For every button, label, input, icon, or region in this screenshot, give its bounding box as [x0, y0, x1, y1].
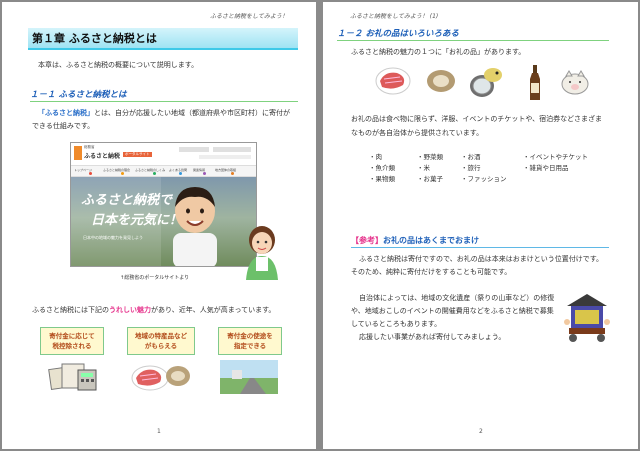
gift-category: ・野菜類 [417, 153, 443, 161]
nav-dot-icon [89, 172, 92, 175]
portal-logo-badge: ポータルサイト [123, 152, 152, 157]
gift-category: ・雑貨や日用品 [523, 164, 569, 172]
portal-logo-mark [74, 146, 82, 160]
portal-site-screenshot: 総務省 ふるさと納税 ポータルサイト トップページ ふるさと納税の理念 ふるさと… [70, 142, 257, 267]
gift-category: ・魚介類 [369, 164, 395, 172]
nav-dot-icon [121, 172, 124, 175]
portal-nav: トップページ ふるさと納税の理念 ふるさと納税のしくみ よくある質問 関連情報 … [71, 165, 256, 177]
portal-nav-item[interactable]: よくある質問 [169, 168, 187, 172]
reference-line-6: 応援したい事業があれば寄付してみましょう。 [359, 333, 506, 341]
hero-headline-2: 日本を元気に！ [91, 213, 183, 228]
gift-category: ・ファッション [461, 175, 507, 183]
page-1: ふるさと納税をしてみよう！ 第１章 ふるさと納税とは 本章は、ふるさと納税の概要… [2, 2, 316, 449]
reference-line-3: 自治体によっては、地域の文化遺産（祭りの山車など）の修復 [359, 294, 555, 302]
gift-category: ・米 [417, 164, 430, 172]
reference-underline [351, 247, 609, 248]
reference-heading: 【参考】お礼の品はあくまでおまけ [351, 235, 479, 246]
piggy-bank-icon [561, 70, 589, 95]
portal-search-box[interactable] [213, 147, 251, 152]
screenshot-caption: ↑総務省のポータルサイトより [120, 275, 190, 281]
chapter-intro: 本章は、ふるさと納税の概要について説明します。 [38, 61, 199, 69]
chapter-title: 第１章 ふるさと納税とは [28, 28, 298, 50]
gifts-body-1: お礼の品は食べ物に限らず、洋服、イベントのチケットや、宿泊券などさまざま [351, 115, 602, 123]
page-number-2: 2 [479, 428, 483, 435]
sake-bottle-icon [530, 65, 540, 100]
benefit-text: 寄付金の使途を 指定できる [227, 332, 273, 350]
meat-and-oyster-icon [131, 365, 190, 391]
pufferfish-plate-icon [470, 68, 502, 97]
section-title-1-1: １－１ ふるさと納税とは [30, 90, 127, 100]
gift-category: ・果物類 [369, 175, 395, 183]
definition-line-1: 「ふるさと納税」とは、自分が応援したい地域（都道府県や市区町村）に寄付が [38, 108, 290, 118]
portal-logo-main: ふるさと納税 [84, 153, 121, 160]
portal-nav-item[interactable]: ふるさと納税の理念 [103, 168, 130, 172]
definition-term: 「ふるさと納税」 [38, 109, 94, 117]
nav-dot-icon [179, 172, 182, 175]
benefit-text: 地域の特産品など がもらえる [135, 332, 187, 350]
benefit-box-tax: 寄付金に応じて 税控除される [40, 327, 104, 355]
benefit-box-gifts: 地域の特産品など がもらえる [127, 327, 195, 355]
gift-category: ・お酒 [461, 153, 481, 161]
gift-category: ・イベントやチケット [523, 153, 588, 161]
portal-logo-small: 総務省 [84, 145, 95, 149]
meat-icon [375, 67, 411, 95]
running-header: ふるさと納税をしてみよう！ [210, 13, 288, 20]
definition-text-1: とは、自分が応援したい地域（都道府県や市区町村）に寄付が [94, 109, 290, 117]
appeal-line: ふるさと納税には下記のうれしい魅力があり、近年、人気が高まっています。 [32, 305, 275, 315]
gift-category: ・旅行 [461, 164, 481, 172]
nav-dot-icon [203, 172, 206, 175]
road-landscape-icon [220, 360, 278, 394]
running-header: ふるさと納税をしてみよう！ (1) [350, 13, 439, 20]
appeal-highlight: うれしい魅力 [109, 306, 151, 314]
gift-category: ・お菓子 [417, 175, 443, 183]
portal-nav-item[interactable]: ふるさと納税のしくみ [135, 168, 165, 172]
portal-header-link[interactable] [179, 147, 209, 152]
tax-documents-icon [48, 363, 97, 391]
reference-line-1: ふるさと納税は寄付ですので、お礼の品は本来はおまけという位置付けです。 [359, 255, 604, 263]
definition-line-2: できる仕組みです。 [32, 122, 95, 130]
page-number-1: 1 [157, 428, 161, 435]
nav-dot-icon [231, 172, 234, 175]
page-2: ふるさと納税をしてみよう！ (1) １－２ お礼の品はいろいろある ふるさと納税… [323, 2, 638, 449]
hero-headline-1: ふるさと納税で [81, 193, 173, 208]
appeal-post: があり、近年、人気が高まっています。 [151, 306, 276, 314]
gift-category: ・肉 [369, 153, 382, 161]
gifts-intro: ふるさと納税の魅力の１つに「お礼の品」があります。 [351, 48, 526, 56]
festival-float-icon [564, 294, 610, 342]
nav-dot-icon [153, 172, 156, 175]
gifts-body-2: なものが各自治体から提供されています。 [351, 129, 484, 137]
reference-line-5: しているところもあります。 [351, 320, 442, 328]
section-underline [30, 101, 298, 102]
presenter-woman-icon [246, 226, 278, 280]
section-underline [337, 40, 609, 41]
benefit-text: 寄付金に応じて 税控除される [49, 332, 95, 350]
reference-tag: 【参考】 [351, 236, 383, 245]
reference-line-2: そのため、純粋に寄付だけをすることも可能です。 [351, 268, 512, 276]
oyster-icon [427, 70, 455, 92]
portal-header-sublinks[interactable] [199, 155, 251, 159]
reference-title: お礼の品はあくまでおまけ [383, 236, 479, 245]
appeal-pre: ふるさと納税には下記の [32, 306, 109, 314]
section-title-1-2: １－２ お礼の品はいろいろある [337, 29, 459, 39]
portal-hero-image: ふるさと納税で 日本を元気に！ 日本中の地域の魅力を発見しよう [71, 177, 256, 266]
portal-header: 総務省 ふるさと納税 ポータルサイト [71, 143, 256, 165]
benefit-box-usage: 寄付金の使途を 指定できる [218, 327, 282, 355]
hero-subtext: 日本中の地域の魅力を発見しよう [83, 235, 143, 240]
reference-line-4: や、地域おこしのイベントの開催費用などをふるさと納税で募集 [351, 307, 554, 315]
